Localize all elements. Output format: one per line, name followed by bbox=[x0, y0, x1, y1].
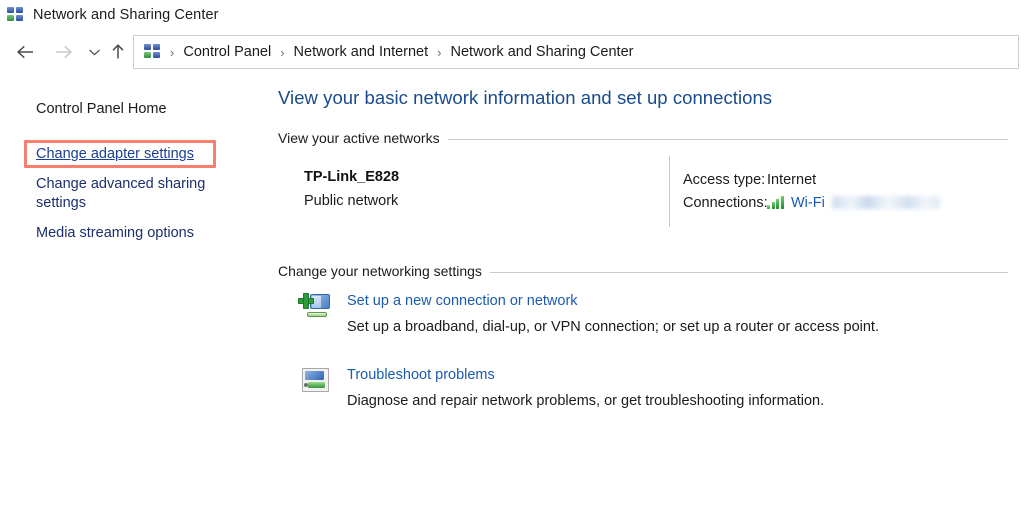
back-button[interactable] bbox=[8, 31, 42, 73]
breadcrumb-separator: › bbox=[170, 44, 175, 60]
breadcrumb-item-network-and-internet[interactable]: Network and Internet bbox=[291, 42, 432, 62]
arrow-right-icon bbox=[54, 44, 73, 60]
network-name[interactable]: TP-Link_E828 bbox=[304, 169, 399, 185]
detail-row-access-type: Access type: Internet bbox=[683, 168, 940, 191]
connections-label: Connections: bbox=[683, 194, 768, 211]
network-sharing-center-window: Network and Sharing Center › Control Pan… bbox=[0, 0, 1024, 512]
connection-link-wifi[interactable]: Wi-Fi bbox=[791, 195, 825, 211]
network-profile-type: Public network bbox=[304, 193, 399, 209]
task-description-troubleshoot-problems: Diagnose and repair network problems, or… bbox=[347, 393, 825, 409]
new-connection-icon bbox=[298, 293, 332, 323]
active-network-identity: TP-Link_E828 Public network bbox=[304, 169, 399, 209]
main-content: View your basic network information and … bbox=[262, 80, 1024, 512]
section-view-active-networks: View your active networks bbox=[278, 130, 1008, 146]
redacted-network-name bbox=[831, 196, 940, 209]
breadcrumb-item-network-and-sharing-center[interactable]: Network and Sharing Center bbox=[448, 42, 637, 62]
network-sharing-icon bbox=[7, 7, 24, 23]
title-bar: Network and Sharing Center bbox=[0, 0, 1024, 30]
task-description-set-up-new-connection: Set up a broadband, dial-up, or VPN conn… bbox=[347, 319, 879, 335]
forward-button[interactable] bbox=[46, 31, 80, 73]
section-divider bbox=[489, 271, 1008, 273]
sidebar-item-media-streaming-options[interactable]: Media streaming options bbox=[36, 224, 194, 243]
window-title: Network and Sharing Center bbox=[33, 7, 219, 23]
access-type-value: Internet bbox=[767, 171, 817, 188]
section-divider bbox=[447, 138, 1008, 140]
section-change-networking-settings: Change your networking settings bbox=[278, 263, 1008, 279]
address-bar-network-sharing-icon bbox=[144, 44, 161, 60]
sidebar-item-control-panel-home[interactable]: Control Panel Home bbox=[36, 100, 167, 119]
arrow-up-icon bbox=[110, 43, 126, 61]
troubleshoot-icon bbox=[299, 367, 332, 397]
page-title: View your basic network information and … bbox=[278, 87, 773, 108]
breadcrumb-item-control-panel[interactable]: Control Panel bbox=[180, 42, 274, 62]
sidebar: Control Panel Home Change adapter settin… bbox=[0, 80, 262, 512]
address-bar[interactable]: › Control Panel › Network and Internet ›… bbox=[133, 35, 1019, 69]
chevron-down-icon bbox=[88, 47, 101, 57]
arrow-left-icon bbox=[16, 44, 35, 60]
sidebar-item-change-adapter-settings[interactable]: Change adapter settings bbox=[36, 145, 194, 164]
breadcrumb-separator: › bbox=[437, 44, 442, 60]
wifi-signal-bars-icon bbox=[767, 196, 785, 209]
navigation-bar: › Control Panel › Network and Internet ›… bbox=[0, 31, 1024, 73]
active-network-details: Access type: Internet Connections: Wi-Fi bbox=[683, 168, 940, 214]
section-label: View your active networks bbox=[278, 130, 440, 146]
vertical-divider bbox=[669, 156, 670, 227]
up-button[interactable] bbox=[104, 31, 132, 73]
task-title-set-up-new-connection[interactable]: Set up a new connection or network bbox=[347, 293, 578, 309]
active-network-row: TP-Link_E828 Public network Access type:… bbox=[278, 156, 1008, 236]
access-type-label: Access type: bbox=[683, 171, 766, 188]
sidebar-item-change-advanced-sharing-settings[interactable]: Change advanced sharing settings bbox=[36, 175, 226, 213]
task-title-troubleshoot-problems[interactable]: Troubleshoot problems bbox=[347, 367, 495, 383]
section-label: Change your networking settings bbox=[278, 263, 482, 279]
breadcrumb-separator: › bbox=[280, 44, 285, 60]
detail-row-connections: Connections: Wi-Fi bbox=[683, 191, 940, 214]
